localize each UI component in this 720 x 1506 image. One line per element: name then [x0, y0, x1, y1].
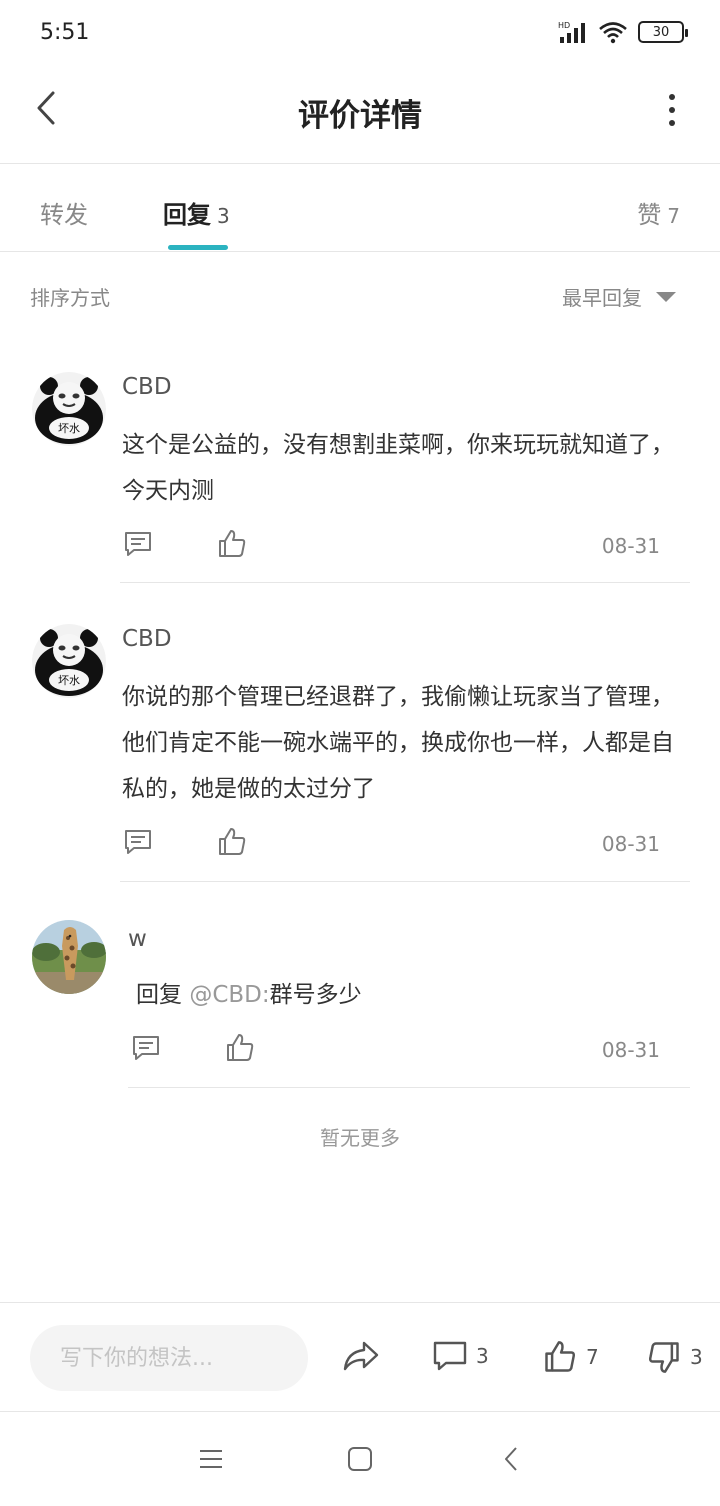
tab-reply-count: 3: [217, 204, 230, 228]
comment-date: 08-31: [601, 534, 660, 558]
panda-meme-avatar-icon: 坏水: [32, 372, 106, 446]
reply-text: 群号多少: [269, 982, 362, 1008]
sort-dropdown[interactable]: 最早回复: [562, 282, 676, 311]
more-dot-icon: [669, 120, 675, 126]
menu-nav-button[interactable]: [196, 1444, 226, 1474]
dislike-button[interactable]: 3: [646, 1339, 703, 1375]
share-button[interactable]: [342, 1339, 380, 1373]
no-more-text: 暂无更多: [320, 1126, 400, 1150]
home-nav-button[interactable]: [345, 1444, 375, 1474]
svg-text:坏水: 坏水: [58, 422, 80, 435]
thumbs-up-icon[interactable]: [216, 528, 248, 560]
system-nav-bar: [0, 1412, 720, 1506]
thumbs-up-icon: [545, 1341, 576, 1372]
back-triangle-icon: [505, 1447, 517, 1471]
comment-icon[interactable]: [130, 1032, 162, 1064]
panda-meme-avatar-icon: 坏水: [32, 624, 106, 698]
comment-date: 08-31: [601, 832, 660, 856]
reply-prefix: 回复: [136, 982, 182, 1008]
share-arrow-icon: [343, 1341, 379, 1371]
tab-like-label: 赞: [637, 201, 662, 229]
sort-value: 最早回复: [562, 286, 642, 310]
tab-like-count: 7: [667, 204, 680, 228]
like-button[interactable]: 7: [542, 1339, 599, 1375]
more-dot-icon: [669, 107, 675, 113]
chat-bubble-icon: [433, 1341, 467, 1371]
status-icons: HD 30: [558, 20, 688, 44]
avatar[interactable]: 坏水: [32, 372, 106, 446]
svg-text:坏水: 坏水: [58, 674, 80, 687]
status-time: 5:51: [40, 20, 90, 45]
like-count: 7: [586, 1345, 599, 1369]
comment-text: 回复 @CBD:群号多少: [136, 972, 706, 1018]
divider: [128, 1087, 690, 1088]
comment-item: w 回复 @CBD:群号多少 08-31: [0, 908, 720, 1090]
menu-icon: [200, 1450, 222, 1468]
comment-input[interactable]: [30, 1325, 308, 1391]
comment-count-button[interactable]: 3: [432, 1339, 489, 1373]
tab-like[interactable]: 赞7: [637, 195, 680, 230]
comment-count: 3: [476, 1344, 489, 1368]
tab-reply-label: 回复: [163, 201, 211, 229]
more-options-button[interactable]: [662, 90, 682, 130]
home-square-icon: [348, 1447, 372, 1471]
thumbs-up-icon[interactable]: [216, 826, 248, 858]
avatar[interactable]: 坏水: [32, 624, 106, 698]
signal-icon: HD: [558, 21, 585, 43]
tab-bar: 转发 回复 3 赞7: [0, 165, 720, 252]
sort-row: 排序方式 最早回复: [0, 270, 720, 320]
dislike-count: 3: [690, 1345, 703, 1369]
comment-item: 坏水 CBD 这个是公益的，没有想割韭菜啊，你来玩玩就知道了，今天内测 08-3…: [0, 360, 720, 585]
avatar[interactable]: [32, 920, 106, 994]
thumbs-up-icon[interactable]: [224, 1032, 256, 1064]
tab-reply[interactable]: 回复 3: [163, 195, 230, 230]
page-title: 评价详情: [298, 98, 422, 134]
svg-text:HD: HD: [558, 21, 570, 30]
tab-forward-label: 转发: [40, 201, 88, 229]
comment-icon[interactable]: [122, 528, 154, 560]
tab-forward[interactable]: 转发: [40, 195, 88, 230]
sort-label: 排序方式: [30, 286, 110, 310]
comment-icon[interactable]: [122, 826, 154, 858]
comment-username[interactable]: CBD: [122, 626, 172, 652]
comment-text: 你说的那个管理已经退群了，我偷懒让玩家当了管理，他们肯定不能一碗水端平的，换成你…: [122, 684, 674, 802]
giraffe-photo-avatar-icon: [32, 920, 106, 994]
comment-text: 这个是公益的，没有想割韭菜啊，你来玩玩就知道了，今天内测: [122, 432, 674, 504]
divider: [120, 881, 690, 882]
back-nav-button[interactable]: [496, 1444, 526, 1474]
active-tab-indicator: [168, 245, 228, 250]
thumbs-down-icon: [648, 1342, 679, 1373]
wifi-icon: [599, 22, 627, 44]
nav-bar: 评价详情: [0, 66, 720, 164]
status-bar: 5:51 HD 30: [0, 0, 720, 66]
bottom-action-bar: 3 7 3: [0, 1302, 720, 1412]
divider: [120, 582, 690, 583]
comment-date: 08-31: [601, 1038, 660, 1062]
more-dot-icon: [669, 94, 675, 100]
caret-down-icon: [656, 291, 676, 302]
comment-username[interactable]: CBD: [122, 374, 172, 400]
comment-username[interactable]: w: [128, 926, 147, 952]
battery-icon: 30: [638, 21, 688, 43]
battery-level: 30: [652, 24, 670, 40]
comment-item: 坏水 CBD 你说的那个管理已经退群了，我偷懒让玩家当了管理，他们肯定不能一碗水…: [0, 612, 720, 882]
reply-mention[interactable]: @CBD:: [189, 982, 269, 1008]
